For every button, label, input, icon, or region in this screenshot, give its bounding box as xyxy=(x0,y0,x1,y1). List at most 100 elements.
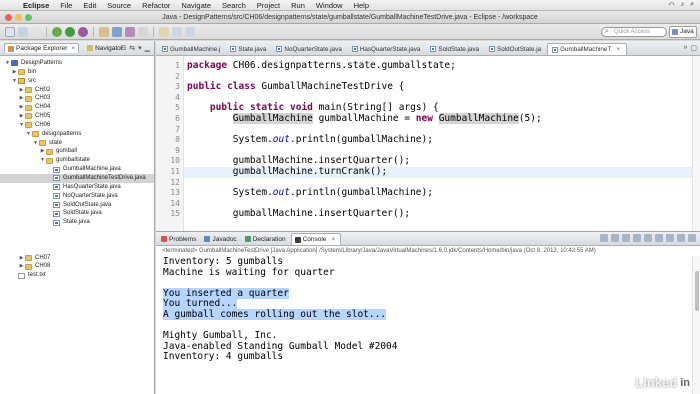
editor-tab[interactable]: SoldOutState.ja xyxy=(485,43,547,55)
tree-item[interactable]: test.txt xyxy=(0,271,154,280)
run-icon[interactable] xyxy=(65,26,75,37)
console-tab-declaration[interactable]: Declaration xyxy=(242,233,291,245)
new-class-icon[interactable] xyxy=(112,26,122,37)
maximize-icon[interactable]: ▢ xyxy=(690,44,697,52)
expand-down-icon[interactable]: ▼ xyxy=(4,59,11,68)
link-editor-icon[interactable]: ⇆ xyxy=(129,44,135,52)
minimize-window-icon[interactable] xyxy=(15,14,22,21)
tree-item[interactable]: SoldOutState.java xyxy=(0,201,154,210)
code-line[interactable]: public class GumballMachineTestDrive { xyxy=(184,81,700,93)
tree-item[interactable]: ▼ CH06 xyxy=(0,121,154,130)
editor-tab[interactable]: GumballMachineT × xyxy=(547,43,627,55)
tree-item[interactable]: ▶ CH03 xyxy=(0,94,154,103)
menu-project[interactable]: Project xyxy=(257,1,280,10)
console-tab-console[interactable]: Console × xyxy=(290,233,342,245)
minimize-icon[interactable] xyxy=(677,234,685,242)
editor-tab[interactable]: NoQuarterState.java xyxy=(272,43,347,55)
console-tab-problems[interactable]: Problems xyxy=(158,233,201,245)
code-line[interactable]: package CH06.designpatterns.state.gumbal… xyxy=(184,60,700,72)
tree-item[interactable]: ▼ gumballstate xyxy=(0,156,154,165)
tree-item[interactable]: GumballMachineTestDrive.java xyxy=(0,173,154,183)
volume-icon[interactable]: ♪ xyxy=(681,1,685,9)
tree-item[interactable]: ▶ CH02 xyxy=(0,86,154,95)
console-output[interactable]: Inventory: 5 gumballs Machine is waiting … xyxy=(163,256,683,363)
tree-item[interactable]: State.java xyxy=(0,218,154,227)
tree-item[interactable]: HasQuarterState.java xyxy=(0,183,154,192)
display-console-icon[interactable] xyxy=(655,234,663,242)
menu-file[interactable]: File xyxy=(60,1,72,10)
menu-edit[interactable]: Edit xyxy=(83,1,96,10)
editor-scrollbar[interactable] xyxy=(692,56,700,231)
tree-item[interactable]: NoQuarterState.java xyxy=(0,192,154,201)
tree-item[interactable]: SoldState.java xyxy=(0,209,154,218)
expand-right-icon[interactable]: ▶ xyxy=(11,68,18,77)
view-menu-icon[interactable]: ▾ xyxy=(138,44,142,52)
search-icon[interactable]: ⌕ xyxy=(690,1,694,9)
menu-window[interactable]: Window xyxy=(316,1,343,10)
editor-tab[interactable]: SoldState.java xyxy=(426,43,485,55)
open-console-icon[interactable] xyxy=(666,234,674,242)
tree-item[interactable]: ▶ CH05 xyxy=(0,112,154,121)
menu-refactor[interactable]: Refactor xyxy=(142,1,170,10)
close-icon[interactable]: × xyxy=(616,46,620,53)
console-scrollbar[interactable] xyxy=(692,256,700,394)
tree-item[interactable]: ▶ bin xyxy=(0,68,154,77)
expand-down-icon[interactable]: ▼ xyxy=(32,139,39,148)
back-icon[interactable] xyxy=(172,26,182,37)
external-tools-icon[interactable] xyxy=(78,26,88,37)
expand-right-icon[interactable]: ▶ xyxy=(18,86,25,95)
code-line[interactable]: System.out.println(gumballMachine); xyxy=(184,187,700,199)
terminate-icon[interactable] xyxy=(600,234,608,242)
expand-right-icon[interactable]: ▶ xyxy=(39,147,46,156)
tree-item[interactable]: ▼ DesignPatterns xyxy=(0,59,154,68)
menu-source[interactable]: Source xyxy=(107,1,131,10)
code-line[interactable]: gumballMachine.turnCrank(); xyxy=(184,166,700,178)
tree-item[interactable]: ▼ src xyxy=(0,77,154,86)
clear-console-icon[interactable] xyxy=(622,234,630,242)
expand-down-icon[interactable]: ▼ xyxy=(11,77,18,86)
code-line[interactable]: gumballMachine.insertQuarter(); xyxy=(184,209,700,220)
minimize-icon[interactable]: ▁ xyxy=(145,44,150,52)
menu-help[interactable]: Help xyxy=(354,1,369,10)
tab-package-explorer[interactable]: Package Explorer × xyxy=(4,43,80,53)
menu-run[interactable]: Run xyxy=(291,1,305,10)
pin-console-icon[interactable] xyxy=(644,234,652,242)
expand-right-icon[interactable]: ▶ xyxy=(18,262,25,271)
new-icon[interactable] xyxy=(5,26,15,37)
maximize-icon[interactable] xyxy=(688,234,696,242)
forward-icon[interactable] xyxy=(185,26,195,37)
expand-down-icon[interactable]: ▼ xyxy=(25,130,32,139)
scroll-lock-icon[interactable] xyxy=(633,234,641,242)
print-icon[interactable] xyxy=(31,26,41,37)
code-line[interactable]: GumballMachine gumballMachine = new Gumb… xyxy=(184,113,700,125)
editor-tab[interactable]: GumballMachine.j xyxy=(158,43,226,55)
expand-right-icon[interactable]: ▶ xyxy=(18,112,25,121)
code-area[interactable]: package CH06.designpatterns.state.gumbal… xyxy=(184,56,700,231)
zoom-window-icon[interactable] xyxy=(25,14,32,21)
annotation-icon[interactable] xyxy=(159,26,169,37)
collapse-all-icon[interactable]: ⊟ xyxy=(120,44,126,52)
quick-access-field[interactable]: ⌕ Quick Access xyxy=(601,27,667,37)
expand-down-icon[interactable]: ▼ xyxy=(39,156,46,165)
tree-item[interactable]: ▶ gumball xyxy=(0,147,154,156)
tree-item[interactable]: ▶ CH07 xyxy=(0,254,154,263)
more-tabs-icon[interactable]: » xyxy=(683,44,687,52)
tree-item[interactable]: ▼ designpatterns xyxy=(0,130,154,139)
open-type-icon[interactable] xyxy=(125,26,135,37)
debug-icon[interactable] xyxy=(52,26,62,37)
expand-right-icon[interactable]: ▶ xyxy=(18,94,25,103)
menu-search[interactable]: Search xyxy=(222,1,246,10)
save-icon[interactable] xyxy=(18,26,28,37)
tree-item[interactable]: ▶ CH04 xyxy=(0,103,154,112)
tree-item[interactable]: GumballMachine.java xyxy=(0,165,154,174)
remove-launch-icon[interactable] xyxy=(611,234,619,242)
tree-item[interactable]: ▶ CH08 xyxy=(0,262,154,271)
close-icon[interactable]: × xyxy=(71,45,75,52)
close-icon[interactable]: × xyxy=(331,236,335,243)
expand-right-icon[interactable]: ▶ xyxy=(18,254,25,263)
new-package-icon[interactable] xyxy=(99,26,109,37)
tree-item[interactable]: ▼ state xyxy=(0,139,154,148)
search-toolbar-icon[interactable] xyxy=(138,26,148,37)
console-tab-javadoc[interactable]: Javadoc xyxy=(201,233,241,245)
code-line[interactable]: System.out.println(gumballMachine); xyxy=(184,134,700,146)
